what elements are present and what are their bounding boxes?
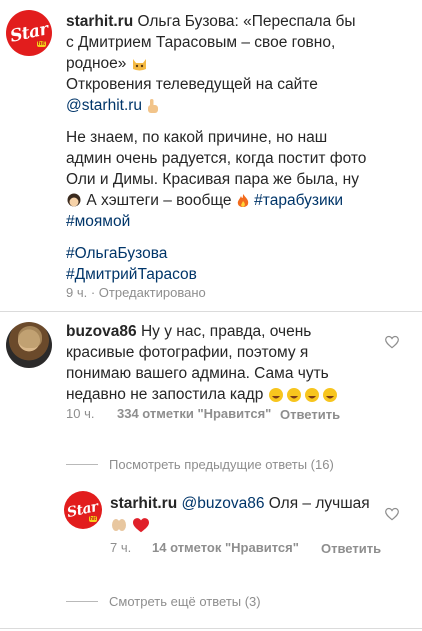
- woman-emoji-icon: [67, 193, 81, 207]
- cat-emoji-icon: [132, 58, 146, 71]
- reply-starhit-avatar[interactable]: Star hit: [64, 491, 102, 529]
- caption-line-2: с Дмитрием Тарасовым – свое говно,: [66, 34, 336, 51]
- bottom-divider: [0, 628, 422, 629]
- comment-likes-count[interactable]: 334 отметки "Нравится": [117, 406, 271, 421]
- reply-mention-link[interactable]: @buzova86: [182, 495, 265, 512]
- red-heart-emoji-icon: [133, 517, 150, 533]
- hashtag-dmitriytarasov[interactable]: #ДмитрийТарасов: [66, 266, 197, 283]
- laughing-emojis-icon: [268, 387, 337, 402]
- fire-emoji-icon: [237, 193, 249, 207]
- starhit-logo-badge: hit: [36, 41, 46, 47]
- reply-line-2: [110, 514, 150, 535]
- buzova86-avatar-hair: [18, 326, 42, 348]
- caption-line-13: #ОльгаБузова: [66, 243, 167, 264]
- clap-hands-emoji-icon: [112, 518, 126, 531]
- reply-author[interactable]: starhit.ru: [110, 495, 177, 512]
- comment-line-3: понимаю вашего админа. Сама чуть: [66, 365, 329, 382]
- comment-line-4-text: недавно не запостила кадр: [66, 386, 264, 403]
- caption-line-3-text: родное»: [66, 55, 127, 72]
- comment-author[interactable]: buzova86: [66, 323, 137, 340]
- comment-timestamp: 10 ч.: [66, 406, 95, 421]
- hashtag-tarabuziki[interactable]: #тарабузики: [254, 192, 343, 209]
- view-more-replies-button[interactable]: Смотреть ещё ответы (3): [109, 594, 261, 609]
- hashtag-olgabuzova[interactable]: #ОльгаБузова: [66, 245, 167, 262]
- previous-replies-line: [66, 464, 98, 465]
- reply-text: Оля – лучшая: [268, 495, 370, 512]
- caption-line-7: Не знаем, по какой причине, но наш: [66, 129, 328, 146]
- caption-timestamp: 9 ч. · Отредактировано: [66, 285, 206, 300]
- reply-logo-badge: hit: [88, 516, 97, 522]
- caption-line-10-text: А хэштеги – вообще: [86, 192, 232, 209]
- reply-reply-button[interactable]: Ответить: [321, 540, 381, 557]
- hand-emoji-icon: [148, 98, 159, 113]
- caption-line-4: Откровения телеведущей на сайте: [66, 76, 318, 93]
- comment-line-1: buzova86 Ну у нас, правда, очень: [66, 321, 311, 342]
- caption-line-14: #ДмитрийТарасов: [66, 264, 197, 285]
- comment-line-1-text: Ну у нас, правда, очень: [140, 323, 312, 340]
- reply-likes-count[interactable]: 14 отметок "Нравится": [152, 540, 299, 555]
- comment-line-2: красивые фотографии, поэтому я: [66, 344, 309, 361]
- caption-line-1: starhit.ru Ольга Бузова: «Переспала бы: [66, 11, 356, 32]
- caption-line-11: #моямой: [66, 211, 130, 232]
- view-previous-replies-button[interactable]: Посмотреть предыдущие ответы (16): [109, 457, 334, 472]
- starhit-avatar[interactable]: Star hit: [6, 10, 52, 56]
- more-replies-line: [66, 601, 98, 602]
- reply-line-1: starhit.ru @buzova86 Оля – лучшая: [110, 493, 370, 514]
- reply-like-heart-icon[interactable]: [384, 506, 400, 522]
- comment-reply-button[interactable]: Ответить: [280, 406, 340, 423]
- comment-line-4: недавно не запостила кадр: [66, 384, 340, 405]
- hashtag-moyamoy[interactable]: #моямой: [66, 213, 130, 230]
- caption-line-1-text: Ольга Бузова: «Переспала бы: [137, 13, 356, 30]
- caption-line-5: @starhit.ru: [66, 95, 160, 116]
- caption-author[interactable]: starhit.ru: [66, 13, 133, 30]
- starhit-mention-link[interactable]: @starhit.ru: [66, 97, 142, 114]
- caption-line-10: А хэштеги – вообще #тарабузики: [66, 190, 343, 211]
- caption-line-8: админ очень радуется, когда постит фото: [66, 150, 367, 167]
- caption-line-3: родное»: [66, 53, 148, 74]
- caption-line-9: Оли и Димы. Красивая пара же была, ну: [66, 171, 359, 188]
- buzova86-avatar[interactable]: [6, 322, 52, 368]
- comment-like-heart-icon[interactable]: [384, 334, 400, 350]
- caption-divider: [0, 311, 422, 312]
- reply-timestamp: 7 ч.: [110, 540, 132, 555]
